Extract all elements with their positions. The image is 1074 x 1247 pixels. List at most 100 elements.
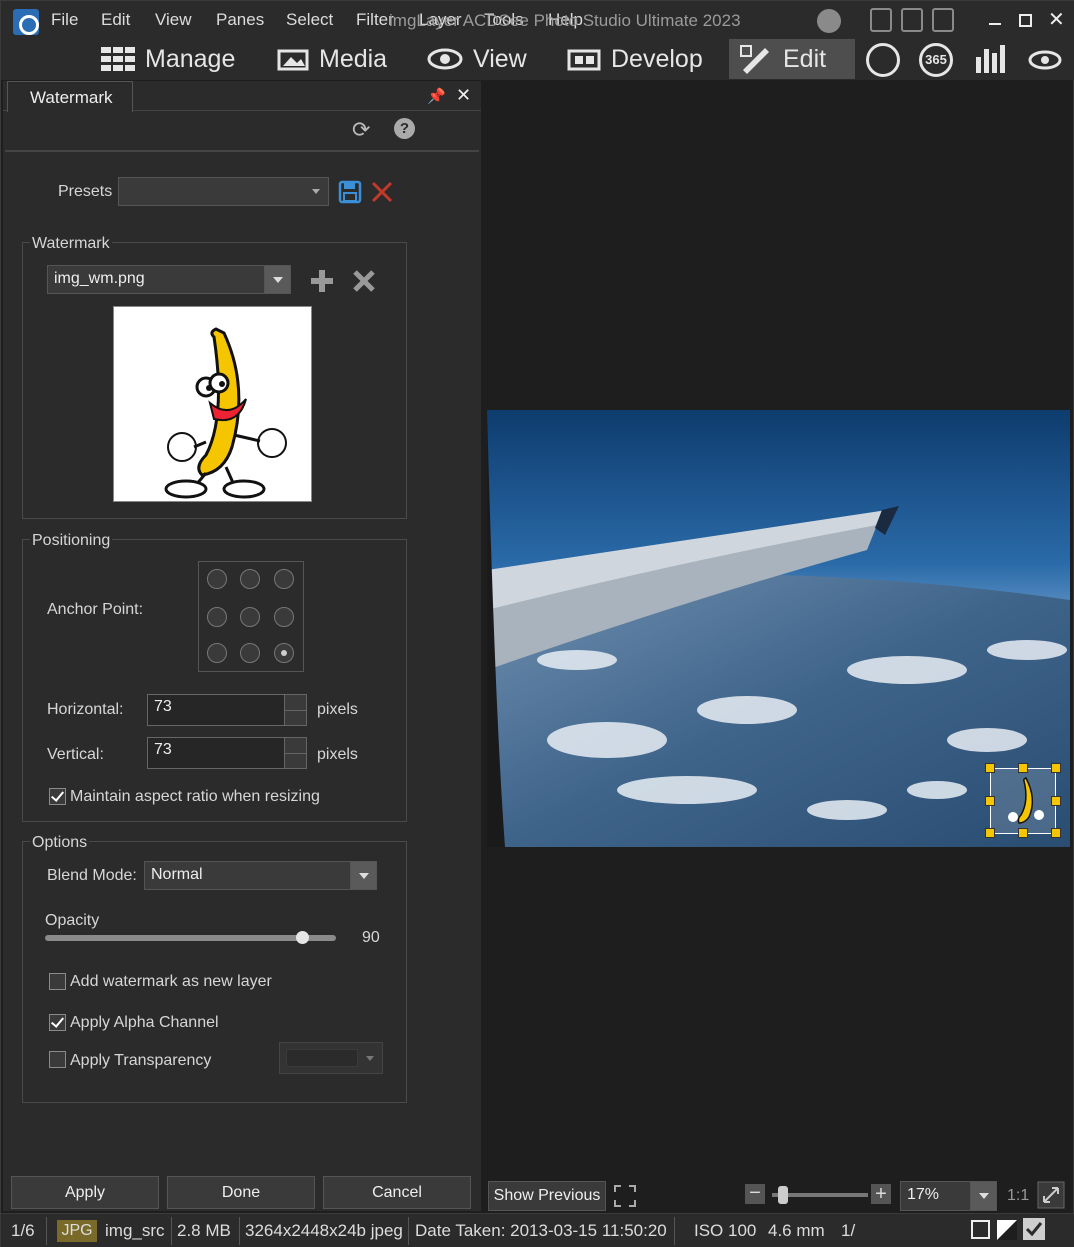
apply-button[interactable]: Apply	[11, 1176, 159, 1209]
menu-edit[interactable]: Edit	[101, 10, 130, 30]
zoom-slider-thumb[interactable]	[778, 1186, 788, 1204]
alpha-channel-checkbox[interactable]	[49, 1014, 66, 1031]
app-icon[interactable]	[13, 9, 39, 35]
mode-view[interactable]: View	[427, 39, 527, 79]
aspect-ratio-checkbox[interactable]	[49, 788, 66, 805]
anchor-bottom-center[interactable]	[240, 643, 260, 663]
anchor-top-left[interactable]	[207, 569, 227, 589]
dropdown-arrow-icon	[350, 862, 376, 889]
resize-handle-s[interactable]	[1018, 828, 1028, 838]
save-preset-icon[interactable]	[338, 180, 362, 204]
watermark-overlay[interactable]	[990, 768, 1056, 834]
photo-canvas[interactable]	[487, 410, 1070, 847]
cancel-button[interactable]: Cancel	[323, 1176, 471, 1209]
fullscreen-icon[interactable]	[614, 1185, 636, 1207]
resize-handle-w[interactable]	[985, 796, 995, 806]
presets-dropdown[interactable]	[118, 177, 329, 206]
status-separator	[239, 1217, 240, 1245]
menu-select[interactable]: Select	[286, 10, 333, 30]
menu-view[interactable]: View	[155, 10, 192, 30]
panel-divider	[5, 150, 479, 152]
menu-file[interactable]: File	[51, 10, 78, 30]
vertical-up-icon[interactable]	[284, 738, 306, 753]
mode-manage[interactable]: Manage	[101, 39, 235, 79]
status-separator	[408, 1217, 409, 1245]
vertical-input[interactable]: 73	[147, 737, 307, 769]
vertical-pixels-label: pixels	[317, 746, 358, 763]
account-icon[interactable]	[817, 9, 841, 33]
anchor-middle-right[interactable]	[274, 607, 294, 627]
horizontal-up-icon[interactable]	[284, 695, 306, 710]
dropdown-arrow-icon	[970, 1182, 996, 1210]
mode-edit[interactable]: Edit	[729, 39, 855, 79]
panel-close-icon[interactable]: ✕	[456, 85, 471, 106]
delete-preset-icon[interactable]	[370, 180, 394, 204]
pin-icon[interactable]: 📌	[427, 87, 446, 105]
transparency-checkbox[interactable]	[49, 1051, 66, 1068]
bottom-pane-icon[interactable]	[901, 8, 923, 32]
resize-handle-n[interactable]	[1018, 763, 1028, 773]
anchor-top-right[interactable]	[274, 569, 294, 589]
blend-mode-dropdown[interactable]: Normal	[144, 861, 377, 890]
tab-watermark[interactable]: Watermark	[7, 81, 133, 112]
maximize-icon[interactable]	[1019, 14, 1032, 27]
minimize-icon[interactable]	[989, 23, 1001, 25]
aspect-ratio-label: Maintain aspect ratio when resizing	[70, 788, 320, 805]
opacity-slider-thumb[interactable]	[296, 931, 309, 944]
horizontal-down-icon[interactable]	[284, 710, 306, 725]
zoom-1-1-button[interactable]: 1:1	[1007, 1187, 1029, 1205]
transparency-color-dropdown[interactable]	[279, 1042, 383, 1074]
zoom-out-button[interactable]: −	[745, 1183, 765, 1204]
media-icon	[277, 49, 309, 71]
grid-icon	[101, 47, 135, 71]
anchor-bottom-left[interactable]	[207, 643, 227, 663]
show-previous-button[interactable]: Show Previous	[488, 1181, 606, 1211]
watermark-preview	[113, 306, 312, 502]
resize-handle-se[interactable]	[1051, 828, 1061, 838]
close-icon[interactable]: ✕	[1048, 7, 1065, 32]
status-separator	[674, 1217, 675, 1245]
watermark-file-dropdown[interactable]: img_wm.png	[47, 265, 291, 294]
menu-panes[interactable]: Panes	[216, 10, 264, 30]
horizontal-input[interactable]: 73	[147, 694, 307, 726]
resize-handle-ne[interactable]	[1051, 763, 1061, 773]
status-dimensions: 3264x2448x24b jpeg	[245, 1221, 403, 1240]
resize-handle-sw[interactable]	[985, 828, 995, 838]
anchor-middle-left[interactable]	[207, 607, 227, 627]
new-layer-label: Add watermark as new layer	[70, 973, 272, 990]
365-icon[interactable]: 365	[919, 43, 953, 77]
presets-label: Presets	[58, 183, 113, 200]
vertical-down-icon[interactable]	[284, 753, 306, 768]
status-filename: img_src	[105, 1221, 165, 1240]
eye-refresh-icon[interactable]	[1027, 45, 1063, 75]
remove-watermark-icon[interactable]	[352, 269, 376, 293]
anchor-point-label: Anchor Point:	[47, 601, 144, 618]
fit-to-window-icon[interactable]	[1037, 1181, 1065, 1209]
dashboard-icon[interactable]	[974, 43, 1008, 75]
done-button[interactable]: Done	[167, 1176, 315, 1209]
left-pane-icon[interactable]	[870, 8, 892, 32]
reset-icon[interactable]: ⟳	[352, 117, 370, 143]
mode-view-label: View	[473, 44, 527, 73]
anchor-middle-center[interactable]	[240, 607, 260, 627]
resize-handle-e[interactable]	[1051, 796, 1061, 806]
frame-icon[interactable]	[971, 1220, 990, 1239]
add-watermark-icon[interactable]	[309, 268, 335, 294]
check-icon[interactable]	[1022, 1217, 1046, 1241]
resize-handle-nw[interactable]	[985, 763, 995, 773]
right-pane-icon[interactable]	[932, 8, 954, 32]
mode-develop[interactable]: Develop	[567, 39, 703, 79]
status-exposure: 1/	[841, 1221, 856, 1240]
anchor-bottom-right[interactable]	[274, 643, 294, 663]
opacity-slider-track[interactable]	[45, 935, 336, 941]
compare-icon[interactable]	[996, 1219, 1018, 1241]
help-icon[interactable]: ?	[394, 118, 415, 139]
people-icon[interactable]	[866, 43, 900, 77]
new-layer-checkbox[interactable]	[49, 973, 66, 990]
chevron-down-icon	[366, 1056, 374, 1065]
anchor-top-center[interactable]	[240, 569, 260, 589]
app-window: File Edit View Panes Select Filter Layer…	[0, 0, 1074, 1247]
zoom-in-button[interactable]: +	[871, 1184, 891, 1204]
zoom-dropdown[interactable]: 17%	[900, 1181, 997, 1211]
mode-media[interactable]: Media	[277, 39, 387, 79]
